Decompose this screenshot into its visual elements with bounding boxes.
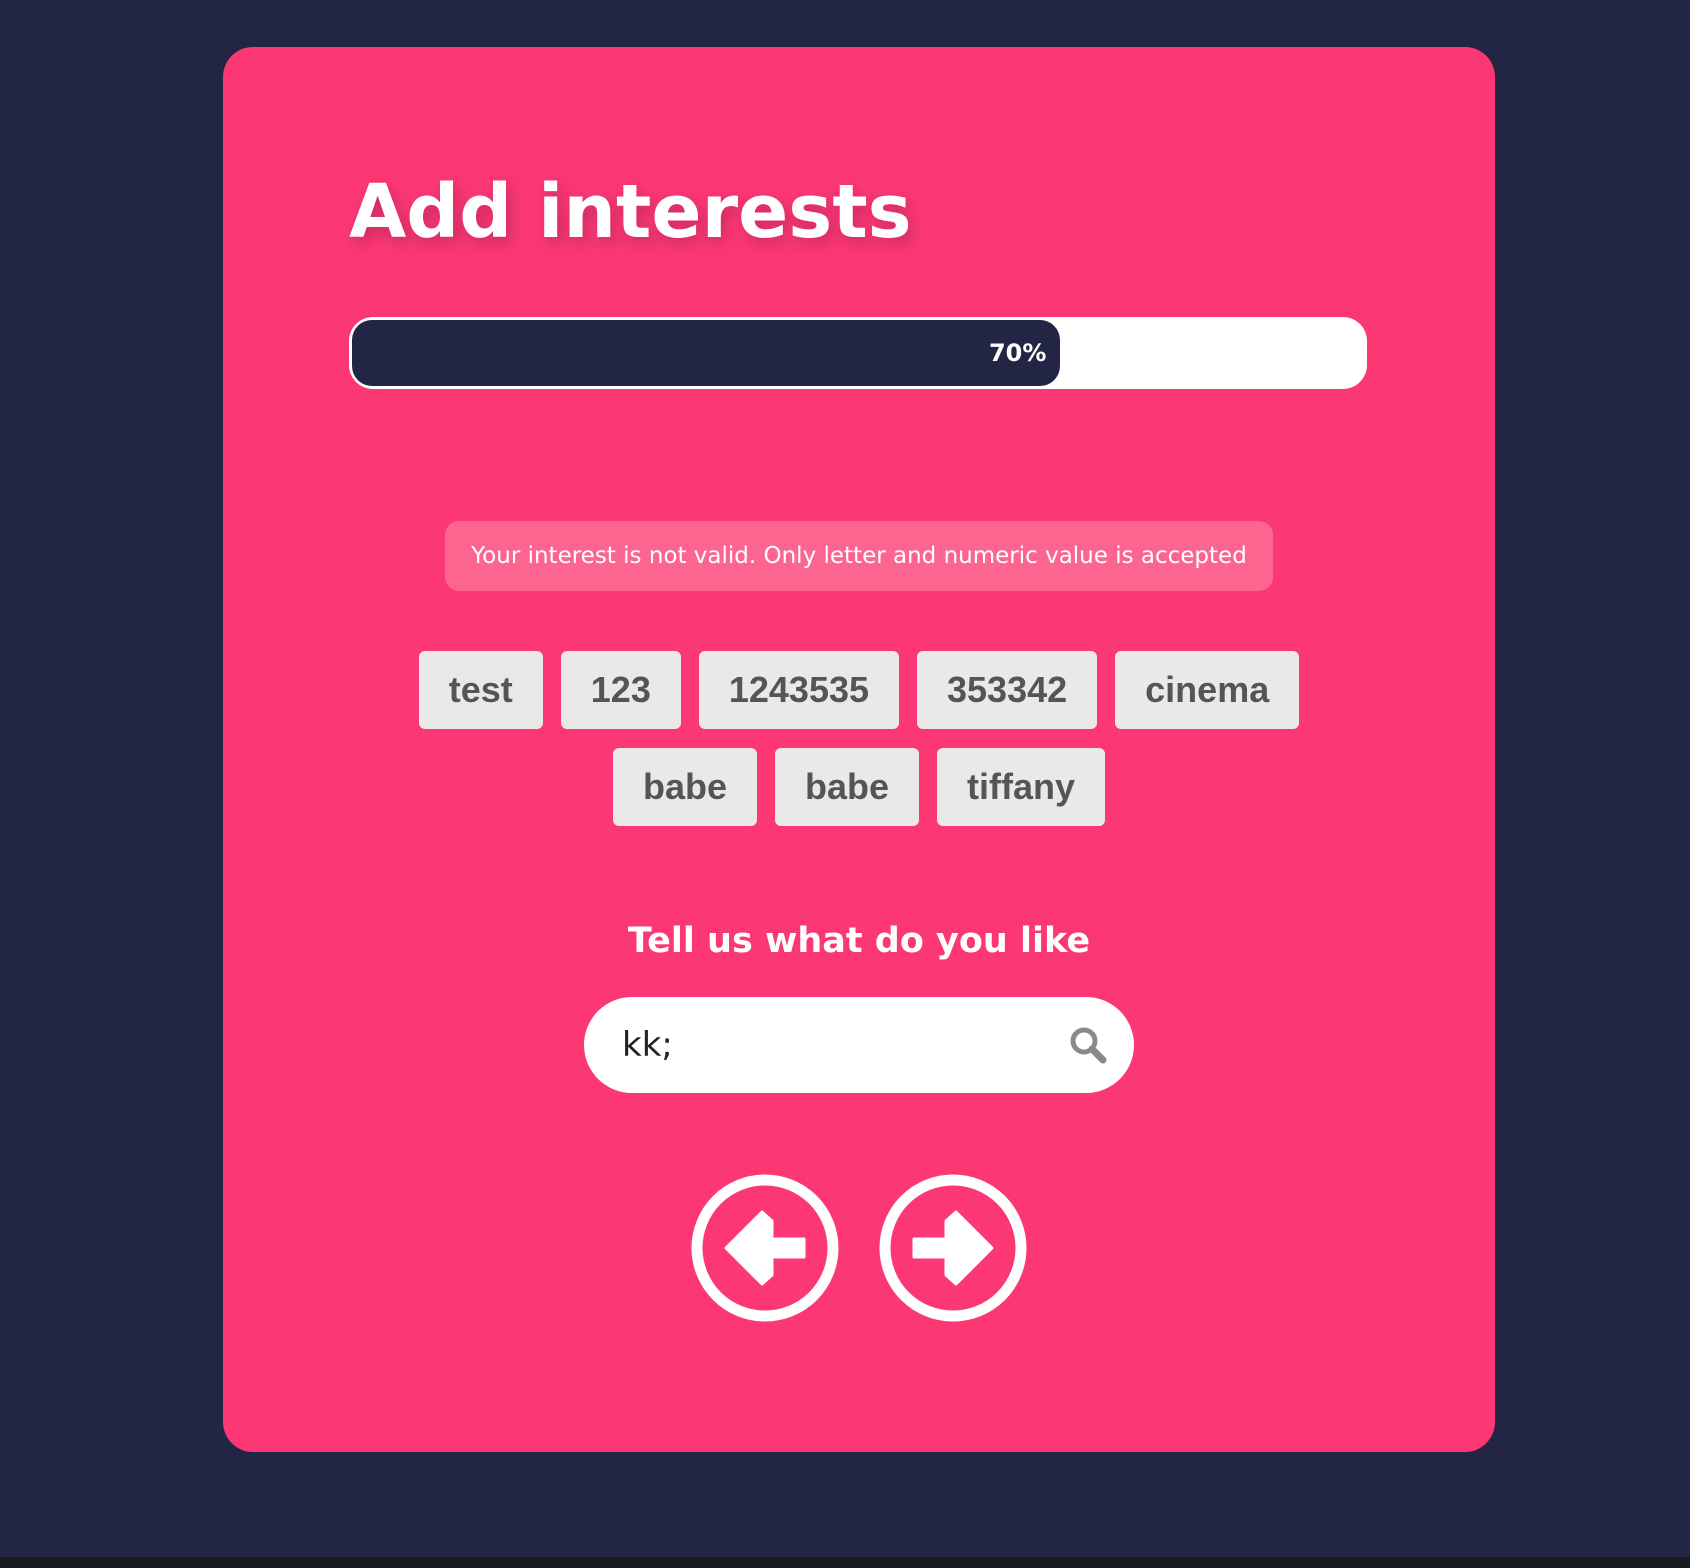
interest-tag[interactable]: babe [612,748,757,826]
interest-tag-list: test 123 1243535 353342 cinema babe babe… [223,651,1495,826]
back-button[interactable] [690,1173,840,1323]
interest-tag-row: test 123 1243535 353342 cinema [418,651,1300,729]
interest-tag-row: babe babe tiffany [612,748,1106,826]
interest-tag[interactable]: 1243535 [698,651,900,729]
interest-prompt: Tell us what do you like [627,921,1091,961]
progress-bar-fill: 70% [352,320,1061,386]
page-title: Add interests [349,169,912,255]
window-bottom-edge [0,1557,1690,1568]
next-button[interactable] [878,1173,1028,1323]
arrow-left-circle-icon [691,1174,839,1322]
interest-search-box [584,997,1134,1093]
interest-tag[interactable]: 123 [560,651,681,729]
interest-tag[interactable]: tiffany [937,748,1106,826]
validation-error-message: Your interest is not valid. Only letter … [445,521,1273,591]
interest-tag[interactable]: babe [775,748,920,826]
interest-tag[interactable]: 353342 [917,651,1098,729]
wizard-navigation [223,1173,1495,1323]
progress-label: 70% [988,339,1047,367]
interest-tag[interactable]: cinema [1115,651,1300,729]
interest-input[interactable] [622,997,1032,1093]
arrow-right-circle-icon [879,1174,1027,1322]
interests-card: Add interests 70% Your interest is not v… [223,47,1495,1452]
search-icon[interactable] [1068,1025,1108,1065]
progress-bar: 70% [349,317,1367,389]
interest-tag[interactable]: test [418,651,543,729]
